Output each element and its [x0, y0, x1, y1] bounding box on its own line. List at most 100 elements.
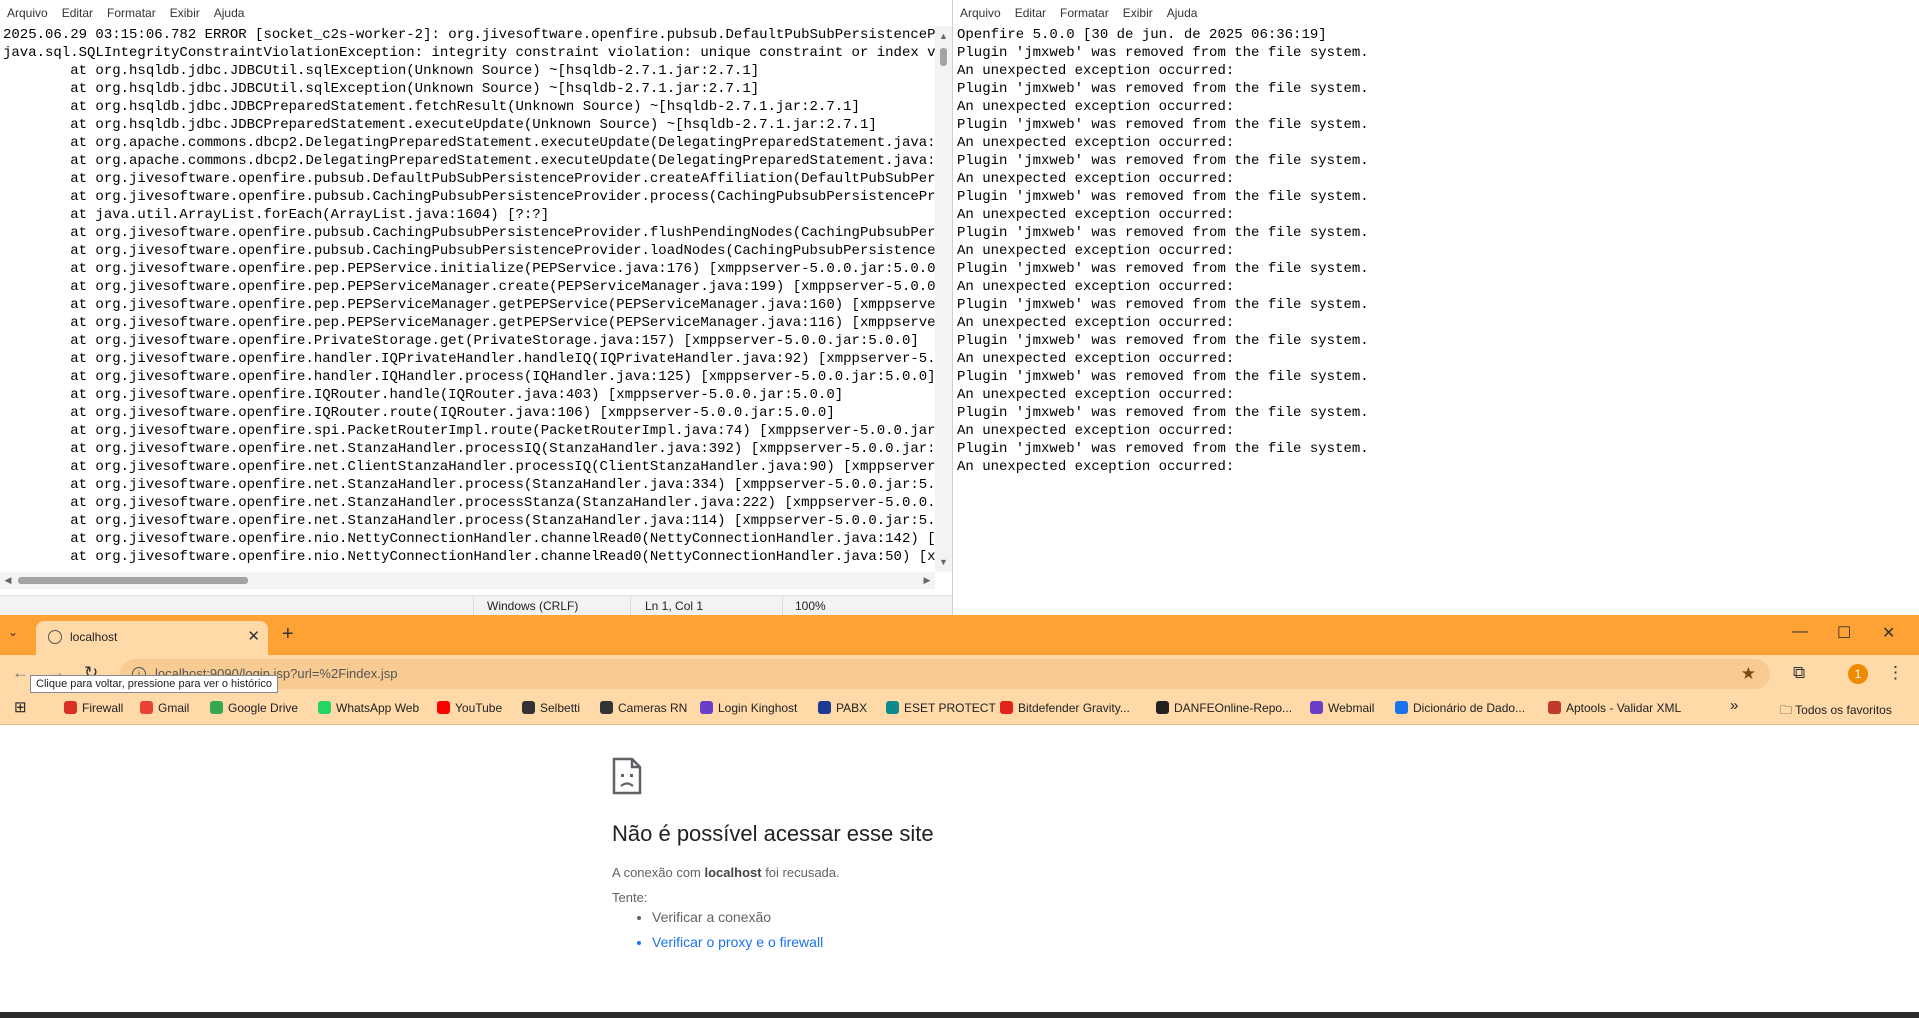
scroll-thumb-horizontal[interactable]: [18, 577, 248, 584]
bookmark-favicon-icon: [1156, 701, 1169, 714]
text-line: at org.jivesoftware.openfire.IQRouter.ro…: [3, 405, 835, 421]
vertical-scrollbar[interactable]: ▲ ▼: [935, 26, 952, 572]
minimize-icon[interactable]: —: [1792, 623, 1808, 641]
suggestion-check-proxy-link[interactable]: Verificar o proxy e o firewall: [652, 930, 823, 955]
menu-formatar[interactable]: Formatar: [1055, 0, 1114, 26]
text-line: Plugin 'jmxweb' was removed from the fil…: [957, 369, 1369, 385]
menu-ajuda[interactable]: Ajuda: [1162, 0, 1203, 26]
bookmark-star-icon[interactable]: ★: [1741, 664, 1756, 684]
bookmark-label: WhatsApp Web: [336, 701, 420, 715]
text-line: at org.jivesoftware.openfire.handler.IQH…: [3, 369, 936, 385]
maximize-icon[interactable]: ☐: [1837, 623, 1851, 643]
bookmark-label: Cameras RN: [618, 701, 688, 715]
text-line: at org.jivesoftware.openfire.pep.PEPServ…: [3, 297, 936, 313]
suggestion-check-connection: Verificar a conexão: [652, 905, 823, 930]
text-line: An unexpected exception occurred:: [957, 243, 1235, 259]
text-line: An unexpected exception occurred:: [957, 63, 1235, 79]
text-line: at org.jivesoftware.openfire.nio.NettyCo…: [3, 549, 936, 565]
tab-strip: ⌄ localhost ✕ + — ☐ ✕: [0, 615, 1919, 655]
text-line: Plugin 'jmxweb' was removed from the fil…: [957, 153, 1369, 169]
back-icon[interactable]: ←: [12, 663, 29, 683]
text-line: Plugin 'jmxweb' was removed from the fil…: [957, 333, 1369, 349]
status-divider: [473, 596, 474, 615]
text-line: at org.jivesoftware.openfire.pep.PEPServ…: [3, 261, 936, 277]
address-bar[interactable]: i localhost:9090/login.jsp?url=%2Findex.…: [120, 659, 1770, 689]
bookmark-label: Login Kinghost: [718, 701, 798, 715]
text-line: Plugin 'jmxweb' was removed from the fil…: [957, 117, 1369, 133]
text-line: at org.jivesoftware.openfire.net.StanzaH…: [3, 495, 936, 511]
bookmark-favicon-icon: [210, 701, 223, 714]
text-line: Plugin 'jmxweb' was removed from the fil…: [957, 297, 1369, 313]
bookmark-item[interactable]: Login Kinghost: [700, 701, 797, 715]
notepad-statusbar: Windows (CRLF) Ln 1, Col 1 100%: [0, 595, 952, 615]
error-title: Não é possível acessar esse site: [612, 821, 934, 846]
notepad-text-area[interactable]: 2025.06.29 03:15:06.782 ERROR [socket_c2…: [0, 26, 936, 572]
menu-exibir[interactable]: Exibir: [1118, 0, 1158, 26]
extensions-icon[interactable]: ⧉: [1793, 663, 1805, 683]
bookmark-item[interactable]: WhatsApp Web: [318, 701, 419, 715]
bookmark-favicon-icon: [700, 701, 713, 714]
scroll-right-icon[interactable]: ▶: [919, 572, 935, 589]
text-line: at org.jivesoftware.openfire.pubsub.Cach…: [3, 225, 936, 241]
notepad-text-area[interactable]: Openfire 5.0.0 [30 de jun. de 2025 06:36…: [953, 26, 1917, 606]
apps-grid-icon[interactable]: ⊞: [14, 698, 27, 716]
text-line: Plugin 'jmxweb' was removed from the fil…: [957, 45, 1369, 61]
profile-avatar[interactable]: 1: [1848, 664, 1868, 684]
status-position: Ln 1, Col 1: [645, 599, 704, 613]
bookmark-item[interactable]: YouTube: [437, 701, 502, 715]
more-bookmarks-icon[interactable]: »: [1730, 697, 1738, 714]
text-line: An unexpected exception occurred:: [957, 207, 1235, 223]
menu-formatar[interactable]: Formatar: [102, 0, 161, 26]
bookmark-item[interactable]: Cameras RN: [600, 701, 687, 715]
error-try-label: Tente:: [612, 890, 648, 905]
bookmark-item[interactable]: Webmail: [1310, 701, 1374, 715]
text-line: at org.jivesoftware.openfire.pep.PEPServ…: [3, 315, 936, 331]
bookmark-favicon-icon: [318, 701, 331, 714]
menu-editar[interactable]: Editar: [57, 0, 98, 26]
notepad-menubar: Arquivo Editar Formatar Exibir Ajuda: [953, 0, 1919, 26]
menu-icon[interactable]: ⋮: [1887, 663, 1904, 683]
tab-search-icon[interactable]: ⌄: [8, 625, 18, 639]
menu-exibir[interactable]: Exibir: [165, 0, 205, 26]
bookmark-item[interactable]: Aptools - Validar XML: [1548, 701, 1681, 715]
bookmark-item[interactable]: Dicionário de Dado...: [1395, 701, 1525, 715]
bookmark-favicon-icon: [140, 701, 153, 714]
notepad-menubar: Arquivo Editar Formatar Exibir Ajuda: [0, 0, 952, 26]
close-window-icon[interactable]: ✕: [1882, 623, 1895, 643]
notepad-window-messages: Arquivo Editar Formatar Exibir Ajuda Ope…: [952, 0, 1919, 615]
scroll-up-icon[interactable]: ▲: [935, 28, 952, 44]
menu-arquivo[interactable]: Arquivo: [955, 0, 1006, 26]
status-divider: [782, 596, 783, 615]
tab-localhost[interactable]: localhost ✕: [36, 621, 268, 655]
text-line: Plugin 'jmxweb' was removed from the fil…: [957, 405, 1369, 421]
text-line: An unexpected exception occurred:: [957, 351, 1235, 367]
text-line: An unexpected exception occurred:: [957, 135, 1235, 151]
bookmark-favicon-icon: [522, 701, 535, 714]
text-line: at org.jivesoftware.openfire.pubsub.Defa…: [3, 171, 936, 187]
browser-window: ⌄ localhost ✕ + — ☐ ✕ ← → ↻ i localhost:…: [0, 615, 1919, 1018]
menu-editar[interactable]: Editar: [1010, 0, 1051, 26]
all-favorites-folder[interactable]: 🗀 Todos os favoritos: [1780, 701, 1892, 722]
bookmark-item[interactable]: Selbetti: [522, 701, 580, 715]
text-line: Plugin 'jmxweb' was removed from the fil…: [957, 189, 1369, 205]
bookmark-label: DANFEOnline-Repo...: [1174, 701, 1293, 715]
menu-arquivo[interactable]: Arquivo: [2, 0, 53, 26]
bookmark-item[interactable]: ESET PROTECT: [886, 701, 996, 715]
bookmark-item[interactable]: Firewall: [64, 701, 123, 715]
text-line: at org.jivesoftware.openfire.pubsub.Cach…: [3, 243, 936, 259]
all-favorites-label: Todos os favoritos: [1795, 703, 1892, 717]
text-line: at org.jivesoftware.openfire.net.StanzaH…: [3, 441, 936, 457]
text-line: at org.apache.commons.dbcp2.DelegatingPr…: [3, 135, 936, 151]
bookmark-item[interactable]: Gmail: [140, 701, 189, 715]
new-tab-icon[interactable]: +: [282, 623, 294, 646]
horizontal-scrollbar[interactable]: ◀ ▶: [0, 572, 935, 589]
menu-ajuda[interactable]: Ajuda: [209, 0, 250, 26]
scroll-left-icon[interactable]: ◀: [0, 572, 16, 589]
close-tab-icon[interactable]: ✕: [247, 627, 260, 645]
bookmark-item[interactable]: DANFEOnline-Repo...: [1156, 701, 1292, 715]
scroll-down-icon[interactable]: ▼: [935, 554, 952, 570]
scroll-thumb[interactable]: [940, 48, 947, 66]
bookmark-item[interactable]: PABX: [818, 701, 867, 715]
bookmark-item[interactable]: Google Drive: [210, 701, 298, 715]
bookmark-item[interactable]: Bitdefender Gravity...: [1000, 701, 1130, 715]
